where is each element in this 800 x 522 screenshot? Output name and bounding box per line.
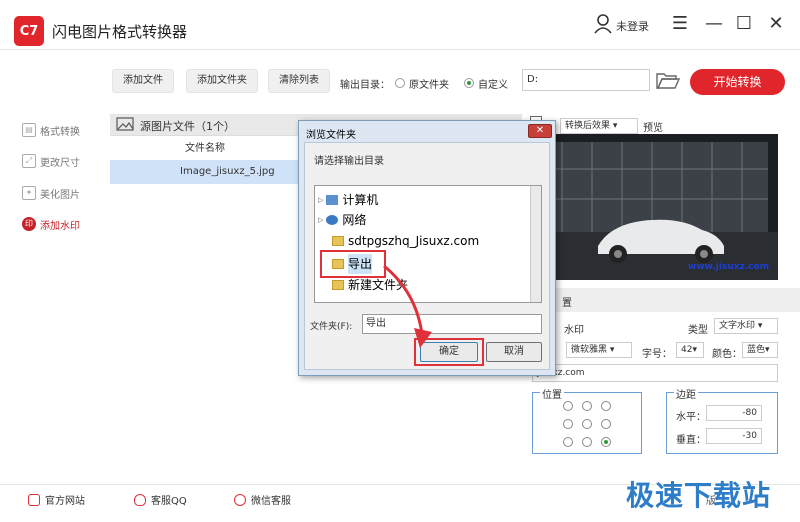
size-select[interactable]: 42▾ xyxy=(676,342,704,358)
add-file-button[interactable]: 添加文件 xyxy=(112,69,174,93)
folder-icon xyxy=(332,259,344,269)
qq-icon xyxy=(134,493,146,506)
size-label: 字号： xyxy=(642,349,672,360)
sidebar-item-format[interactable]: ▤ 格式转换 xyxy=(22,120,80,140)
minimize-icon[interactable]: — xyxy=(704,14,724,34)
font-select[interactable]: 微软雅黑 ▾ xyxy=(566,342,632,358)
preview-mode-select[interactable]: 转换后效果 ▾ xyxy=(560,118,638,134)
type-label: 类型 xyxy=(688,325,708,336)
app-logo: C7 xyxy=(14,16,44,46)
tree-item-computer[interactable]: ▷ 计算机 xyxy=(318,190,378,210)
tree-scrollbar[interactable] xyxy=(530,186,541,302)
radio-source-folder[interactable] xyxy=(395,78,405,88)
login-link[interactable]: 未登录 xyxy=(616,18,649,34)
watermark-type-prefix: 水印 xyxy=(564,325,584,336)
add-folder-button[interactable]: 添加文件夹 xyxy=(186,69,258,93)
output-dir-label: 输出目录： xyxy=(340,80,390,91)
sidebar-item-resize[interactable]: ⤢ 更改尺寸 xyxy=(22,151,80,171)
table-row[interactable]: Image_jisuxz_5.jpg xyxy=(110,160,300,184)
tree-item-sdtpgszhq[interactable]: sdtpgszhq_Jisuxz.com xyxy=(332,231,479,251)
menu-icon[interactable]: ☰ xyxy=(670,14,690,34)
app-title: 闪电图片格式转换器 xyxy=(52,23,188,41)
file-list-title: 源图片文件（1个） xyxy=(140,120,235,133)
position-label: 位置 xyxy=(540,386,564,401)
preview-image xyxy=(532,134,778,280)
cancel-button[interactable]: 取消 xyxy=(486,342,542,362)
official-site-link[interactable]: 官方网站 xyxy=(28,492,85,507)
radio-custom-label: 自定义 xyxy=(478,80,508,91)
position-grid xyxy=(562,400,622,451)
watermark-icon: 印 xyxy=(22,217,36,231)
output-path-input[interactable]: D: xyxy=(522,69,650,91)
margin-label: 边距 xyxy=(674,386,698,401)
site-watermark: 极速下载站 xyxy=(626,479,772,512)
clear-list-button[interactable]: 清除列表 xyxy=(268,69,330,93)
beautify-icon: ✦ xyxy=(22,186,36,200)
wechat-support-link[interactable]: 微信客服 xyxy=(234,492,291,507)
dialog-close-button[interactable]: ✕ xyxy=(528,124,552,138)
h-margin-input[interactable]: -80 xyxy=(706,405,762,421)
start-convert-button[interactable]: 开始转换 xyxy=(690,69,785,95)
monitor-icon xyxy=(28,493,40,506)
color-select[interactable]: 蓝色▾ xyxy=(742,342,778,358)
dialog-prompt: 请选择输出目录 xyxy=(314,156,384,167)
v-margin-label: 垂直： xyxy=(676,435,706,446)
image-icon xyxy=(116,117,134,131)
wechat-icon xyxy=(234,493,246,506)
settings-label: 置 xyxy=(562,298,572,309)
sidebar-item-beautify[interactable]: ✦ 美化图片 xyxy=(22,183,80,203)
v-margin-input[interactable]: -30 xyxy=(706,428,762,444)
preview-label: 预览 xyxy=(643,123,663,134)
computer-icon xyxy=(326,195,339,205)
format-convert-icon: ▤ xyxy=(22,123,36,137)
network-icon xyxy=(326,215,339,225)
preview-watermark-text: www.jisuxz.com xyxy=(688,262,770,272)
radio-source-label: 原文件夹 xyxy=(409,80,449,91)
color-label: 颜色： xyxy=(712,349,742,360)
sidebar-item-watermark[interactable]: 印添加水印 xyxy=(22,214,80,234)
folder-icon xyxy=(332,236,344,246)
position-radio-grid[interactable] xyxy=(562,400,622,448)
type-select[interactable]: 文字水印 ▾ xyxy=(714,318,778,334)
watermark-text-input[interactable]: jisuxz.com xyxy=(532,364,778,382)
h-margin-label: 水平： xyxy=(676,412,706,423)
user-icon[interactable] xyxy=(594,14,612,34)
resize-icon: ⤢ xyxy=(22,154,36,168)
radio-custom[interactable] xyxy=(464,78,474,88)
maximize-icon[interactable]: ☐ xyxy=(734,14,754,34)
dialog-title: 浏览文件夹 xyxy=(306,130,356,141)
folder-field-label: 文件夹(F): xyxy=(310,322,353,332)
qq-support-link[interactable]: 客服QQ xyxy=(134,492,187,507)
column-filename: 文件名称 xyxy=(185,143,225,154)
folder-icon xyxy=(332,280,344,290)
tree-item-network[interactable]: ▷ 网络 xyxy=(318,210,366,230)
folder-open-icon[interactable] xyxy=(656,70,680,90)
annotation-arrow xyxy=(383,264,432,348)
close-icon[interactable]: ✕ xyxy=(766,14,786,34)
